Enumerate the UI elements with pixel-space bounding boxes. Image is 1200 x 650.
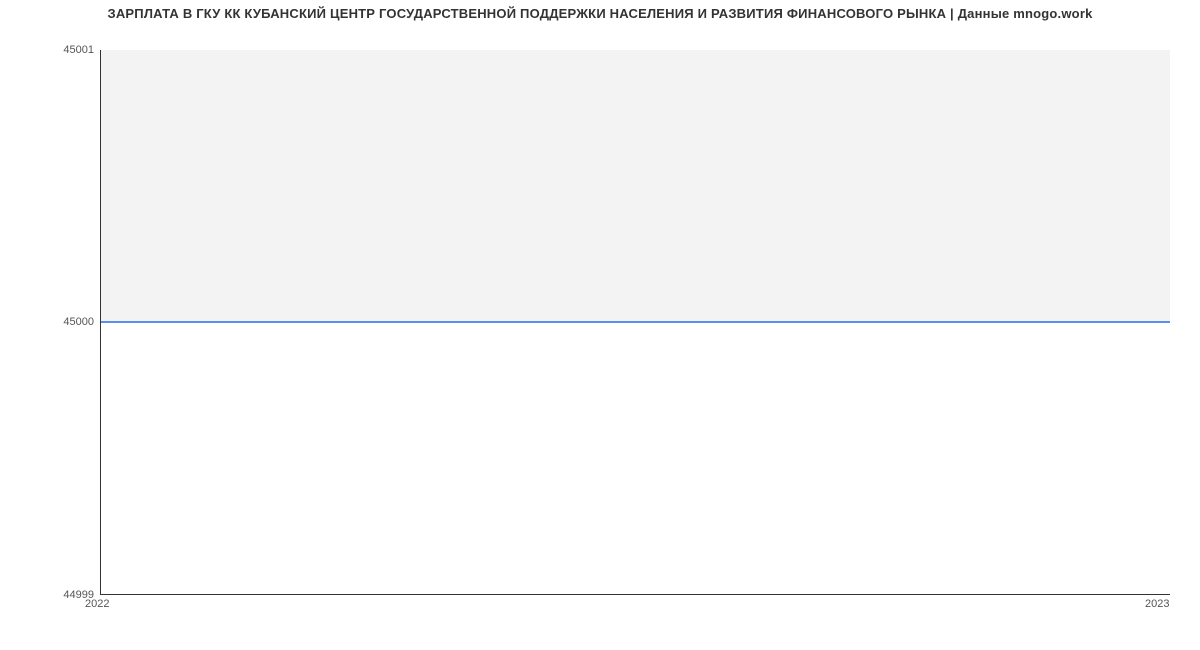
series-line xyxy=(101,321,1170,323)
chart-title: ЗАРПЛАТА В ГКУ КК КУБАНСКИЙ ЦЕНТР ГОСУДА… xyxy=(0,6,1200,21)
y-tick-top: 45001 xyxy=(34,44,94,56)
x-tick-end: 2023 xyxy=(1145,598,1169,610)
plot-area xyxy=(100,50,1170,595)
x-tick-start: 2022 xyxy=(85,598,109,610)
y-tick-middle: 45000 xyxy=(34,316,94,328)
salary-line-chart: ЗАРПЛАТА В ГКУ КК КУБАНСКИЙ ЦЕНТР ГОСУДА… xyxy=(0,0,1200,650)
area-fill xyxy=(101,50,1170,322)
